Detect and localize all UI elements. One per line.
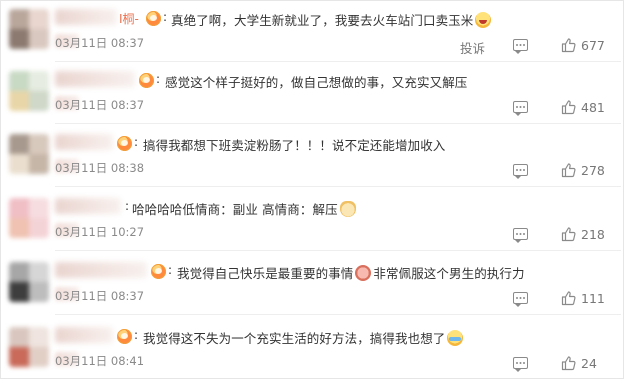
username[interactable]: I桐- (119, 10, 139, 27)
report-button[interactable]: 投诉 (460, 38, 485, 57)
divider (55, 186, 621, 187)
username-blurred[interactable] (55, 262, 147, 278)
like-count: 218 (581, 227, 605, 242)
thumbs-up-icon (561, 356, 576, 371)
thumbs-up-icon (561, 291, 576, 306)
username-blurred[interactable] (55, 9, 117, 25)
comment-item: : 搞得我都想下班卖淀粉肠了！！！说不定还能增加收入 03月11日 08:38 … (1, 126, 621, 187)
avatar[interactable] (9, 262, 49, 302)
cry-laugh-emoji-icon (447, 330, 464, 346)
avatar[interactable] (9, 198, 49, 238)
comment-item: : 我觉得自己快乐是最重要的事情 非常佩服这个男生的执行力 03月11日 08:3… (1, 254, 621, 315)
avatar[interactable] (9, 9, 49, 49)
thumbs-up-icon (561, 163, 576, 178)
fan-badge-icon (146, 11, 161, 26)
like-count: 111 (581, 291, 605, 306)
thumbs-up-icon (561, 38, 576, 53)
like-count: 278 (581, 163, 605, 178)
like-count: 481 (581, 100, 605, 115)
colon: : (134, 328, 139, 342)
comment-date: 03月11日 08:37 (55, 98, 145, 112)
comment-item: I桐- : 真绝了啊，大学生新就业了，我要去火车站门口卖玉米 03月11日 08… (1, 1, 621, 62)
username-blurred[interactable] (55, 327, 113, 343)
comment-text: 感觉这个样子挺好的，做自己想做的事，又充实又解压 (165, 75, 468, 90)
reply-icon[interactable] (513, 164, 528, 179)
fan-badge-icon (139, 73, 154, 88)
colon: : (168, 263, 173, 277)
username-blurred[interactable] (55, 198, 121, 214)
comment-date: 03月11日 08:37 (55, 289, 145, 303)
avatar[interactable] (9, 327, 49, 367)
thumbs-up-icon (561, 100, 576, 115)
reply-icon[interactable] (513, 357, 528, 372)
laugh-emoji-icon (475, 12, 492, 28)
fan-badge-icon (151, 264, 166, 279)
colon: : (134, 135, 139, 149)
colon: : (163, 10, 168, 24)
comment-item: : 我觉得这不失为一个充实生活的好方法，搞得我也想了 03月11日 08:41 … (1, 319, 621, 378)
cat-emoji-icon (339, 201, 356, 217)
reply-icon[interactable] (513, 39, 528, 54)
divider (55, 314, 621, 315)
fan-badge-icon (117, 329, 132, 344)
fan-badge-icon (117, 136, 132, 151)
divider (55, 61, 621, 62)
comment-text: 真绝了啊，大学生新就业了，我要去火车站门口卖玉米 (171, 10, 493, 29)
comment-text: 搞得我都想下班卖淀粉肠了！！！说不定还能增加收入 (143, 138, 446, 153)
reply-icon[interactable] (513, 228, 528, 243)
avatar[interactable] (9, 71, 49, 111)
comment-date: 03月11日 08:38 (55, 161, 145, 175)
comment-text: 哈哈哈哈低情商：副业 高情商：解压 (132, 199, 358, 218)
comment-item: : 感觉这个样子挺好的，做自己想做的事，又充实又解压 03月11日 08:37 … (1, 63, 621, 124)
colon: : (156, 72, 161, 86)
avatar[interactable] (9, 134, 49, 174)
pig-emoji-icon (355, 265, 372, 281)
username-blurred[interactable] (55, 134, 113, 150)
comment-date: 03月11日 08:37 (55, 36, 145, 50)
divider (55, 123, 621, 124)
reply-icon[interactable] (513, 101, 528, 116)
divider (55, 250, 621, 251)
comment-list: I桐- : 真绝了啊，大学生新就业了，我要去火车站门口卖玉米 03月11日 08… (0, 0, 624, 379)
comment-item: : 哈哈哈哈低情商：副业 高情商：解压 03月11日 10:27 218 (1, 190, 621, 251)
reply-icon[interactable] (513, 292, 528, 307)
comment-date: 03月11日 08:41 (55, 354, 145, 368)
comment-text: 我觉得这不失为一个充实生活的好方法，搞得我也想了 (143, 328, 465, 347)
comment-date: 03月11日 10:27 (55, 225, 145, 239)
thumbs-up-icon (561, 227, 576, 242)
like-count: 677 (581, 38, 605, 53)
comment-text: 我觉得自己快乐是最重要的事情 非常佩服这个男生的执行力 (177, 265, 525, 281)
username-blurred[interactable] (55, 71, 135, 87)
colon: : (125, 199, 130, 213)
like-count: 24 (581, 356, 597, 371)
